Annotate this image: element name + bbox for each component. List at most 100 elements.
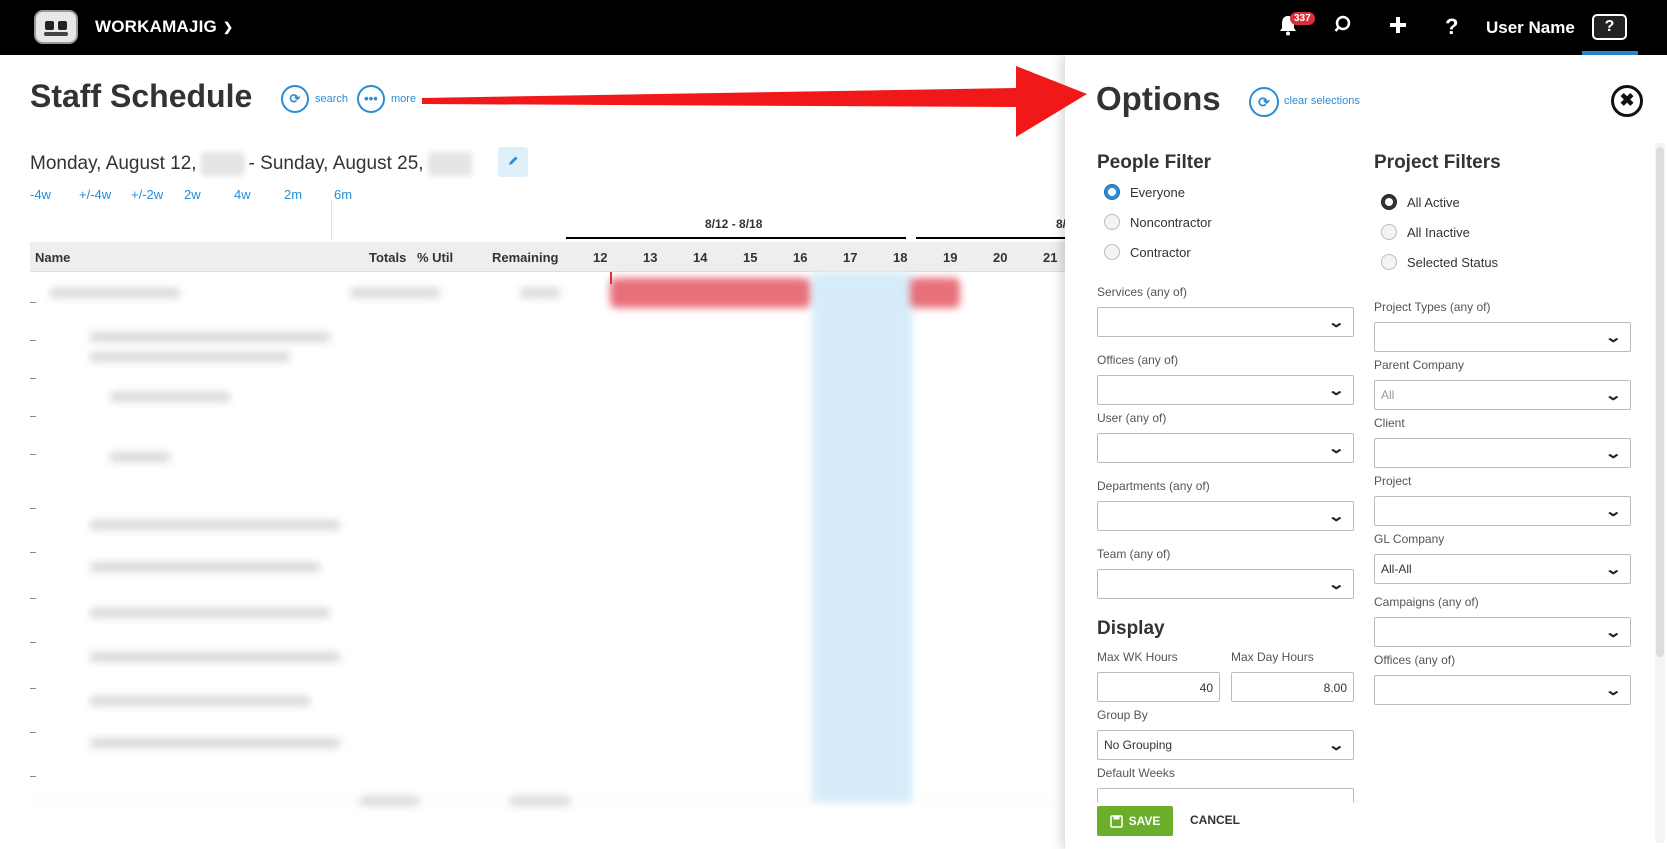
allocation-bar <box>910 278 960 308</box>
app-switcher[interactable]: WORKAMAJIG ❯ <box>95 17 233 37</box>
row-marker <box>30 508 36 509</box>
radio-contractor[interactable]: Contractor <box>1104 244 1191 260</box>
radio-button[interactable] <box>1381 254 1397 270</box>
range-link[interactable]: -4w <box>30 187 51 202</box>
radio-selected-status[interactable]: Selected Status <box>1381 254 1498 270</box>
more-label[interactable]: more <box>391 93 416 105</box>
save-label: SAVE <box>1128 814 1161 828</box>
radio-everyone[interactable]: Everyone <box>1104 184 1185 200</box>
column-header-day: 21 <box>1043 250 1058 265</box>
add-icon[interactable] <box>1389 14 1407 40</box>
max-wk-hours-input[interactable]: 40 <box>1097 672 1220 702</box>
search-label[interactable]: search <box>315 93 348 105</box>
team-select[interactable]: ⌄ <box>1097 569 1354 599</box>
allocation-bar <box>610 278 810 308</box>
column-header-day: 13 <box>643 250 658 265</box>
user-select[interactable]: ⌄ <box>1097 433 1354 463</box>
range-link[interactable]: 2w <box>184 187 201 202</box>
row-text <box>360 796 420 806</box>
project-select[interactable]: ⌄ <box>1374 496 1631 526</box>
chevron-down-icon: ⌄ <box>1327 737 1346 754</box>
column-header-remaining[interactable]: Remaining <box>492 250 558 265</box>
column-header-day: 19 <box>943 250 958 265</box>
team-label: Team (any of) <box>1097 547 1171 561</box>
chevron-down-icon: ⌄ <box>1604 561 1623 578</box>
row-divider <box>30 802 1070 803</box>
range-link[interactable]: 4w <box>234 187 251 202</box>
chevron-down-icon: ⌄ <box>1604 682 1623 699</box>
cancel-button[interactable]: CANCEL <box>1190 813 1240 827</box>
gl-company-select[interactable]: All-All ⌄ <box>1374 554 1631 584</box>
radio-button[interactable] <box>1104 214 1120 230</box>
radio-button[interactable] <box>1381 224 1397 240</box>
services-select[interactable]: ⌄ <box>1097 307 1354 337</box>
radio-button[interactable] <box>1104 184 1120 200</box>
range-link[interactable]: 6m <box>334 187 352 202</box>
date-end: - Sunday, August 25, <box>248 153 424 174</box>
weekend-shade <box>812 272 912 802</box>
offices-select[interactable]: ⌄ <box>1097 375 1354 405</box>
client-label: Client <box>1374 416 1405 430</box>
group-by-select[interactable]: No Grouping ⌄ <box>1097 730 1354 760</box>
chevron-down-icon: ⌄ <box>1327 576 1346 593</box>
column-header-totals[interactable]: Totals <box>369 250 406 265</box>
radio-label: All Active <box>1407 194 1460 210</box>
range-link[interactable]: 2m <box>284 187 302 202</box>
default-weeks-select[interactable] <box>1097 788 1354 803</box>
max-day-hours-label: Max Day Hours <box>1231 650 1314 664</box>
chevron-down-icon: ⌄ <box>1604 445 1623 462</box>
radio-button[interactable] <box>1381 194 1397 210</box>
campaigns-select[interactable]: ⌄ <box>1374 617 1631 647</box>
clear-selections-label[interactable]: clear selections <box>1284 95 1360 107</box>
row-marker <box>30 378 36 379</box>
row-text <box>90 562 320 572</box>
pencil-icon <box>509 156 518 165</box>
select-value: All <box>1381 388 1395 402</box>
range-link[interactable]: +/-4w <box>79 187 111 202</box>
close-icon[interactable]: ✖ <box>1611 85 1643 117</box>
search-icon[interactable] <box>1334 14 1354 40</box>
column-header-name[interactable]: Name <box>35 250 70 265</box>
top-bar: WORKAMAJIG ❯ 337 ? User Name ? <box>0 0 1667 55</box>
max-day-hours-input[interactable]: 8.00 <box>1231 672 1354 702</box>
row-text <box>90 332 330 342</box>
project-offices-select[interactable]: ⌄ <box>1374 675 1631 705</box>
display-title: Display <box>1097 618 1165 639</box>
group-by-label: Group By <box>1097 708 1148 722</box>
save-button[interactable]: SAVE <box>1097 806 1173 836</box>
radio-all-active[interactable]: All Active <box>1381 194 1460 210</box>
edit-date-button[interactable] <box>498 147 528 177</box>
gl-company-label: GL Company <box>1374 532 1445 546</box>
project-filters-title: Project Filters <box>1374 152 1501 173</box>
column-header-util[interactable]: % Util <box>417 250 453 265</box>
scrollbar-thumb[interactable] <box>1656 147 1664 657</box>
redacted-year <box>200 152 245 176</box>
project-types-select[interactable]: ⌄ <box>1374 322 1631 352</box>
chevron-down-icon: ⌄ <box>1327 440 1346 457</box>
week-label: 8/12 - 8/18 <box>705 217 763 231</box>
departments-label: Departments (any of) <box>1097 479 1210 493</box>
range-link[interactable]: +/-2w <box>131 187 163 202</box>
clear-selections-button[interactable]: ⟳ <box>1249 87 1279 117</box>
radio-all-inactive[interactable]: All Inactive <box>1381 224 1470 240</box>
search-button[interactable]: ⟳ <box>281 85 309 113</box>
departments-select[interactable]: ⌄ <box>1097 501 1354 531</box>
row-text <box>90 738 340 748</box>
radio-button[interactable] <box>1104 244 1120 260</box>
column-header-day: 17 <box>843 250 858 265</box>
radio-label: Contractor <box>1130 244 1191 260</box>
help-icon[interactable]: ? <box>1445 14 1458 40</box>
project-label: Project <box>1374 474 1412 488</box>
parent-company-select[interactable]: All ⌄ <box>1374 380 1631 410</box>
people-filter-title: People Filter <box>1097 152 1212 173</box>
help-button[interactable]: ? <box>1592 14 1627 40</box>
chevron-down-icon: ⌄ <box>1327 382 1346 399</box>
app-logo[interactable] <box>34 10 78 44</box>
row-text <box>350 288 440 298</box>
radio-noncontractor[interactable]: Noncontractor <box>1104 214 1212 230</box>
client-select[interactable]: ⌄ <box>1374 438 1631 468</box>
user-name[interactable]: User Name <box>1486 18 1575 38</box>
more-button[interactable]: ••• <box>357 85 385 113</box>
row-text <box>90 520 340 530</box>
chevron-down-icon: ❯ <box>222 20 234 34</box>
